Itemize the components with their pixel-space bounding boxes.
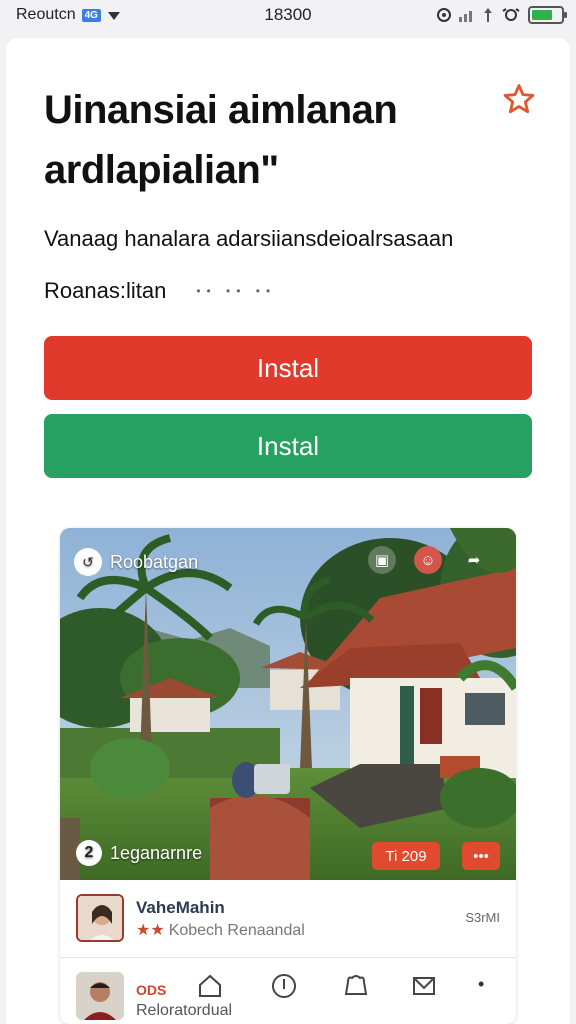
author-subtitle-text: Kobech Renaandal	[168, 922, 305, 939]
install-button-primary[interactable]: Instal	[44, 336, 532, 400]
mail-icon[interactable]	[410, 972, 438, 1000]
data-arrows-icon	[484, 8, 492, 22]
gallery-icon[interactable]: ▣	[368, 546, 396, 574]
photo-count: 2	[76, 840, 102, 866]
media-badge-more[interactable]: •••	[462, 842, 500, 870]
scene-label-text: Roobatgan	[110, 551, 199, 572]
bag-icon[interactable]	[342, 972, 370, 1000]
install-button-secondary[interactable]: Instal	[44, 414, 532, 478]
media-card[interactable]: ↺ Roobatgan ▣ ☺ ➦ 2 1eganarnre Ti 209 ••…	[60, 528, 516, 1024]
status-bar: Reoutcn 4G 18300	[0, 0, 576, 30]
location-icon	[437, 8, 451, 22]
bottom-label: Reloratordual	[136, 1002, 233, 1019]
bottom-bar: ODS Reloratordual •	[60, 958, 516, 1024]
author-subtitle-prefix: ★★	[136, 922, 165, 939]
scene-actions: ▣ ☺ ➦	[368, 546, 488, 574]
scene-label: ↺ Roobatgan	[74, 548, 198, 576]
carrier-name: Reoutcn	[16, 6, 76, 23]
photo-counter: 2 1eganarnre	[76, 840, 202, 866]
rating-label: Roanas:litan	[44, 278, 167, 303]
app-title-line2: ardlapialian"	[44, 148, 279, 192]
rating-dots: •• •• ••	[196, 284, 277, 298]
alarm-icon	[502, 8, 520, 21]
wifi-icon	[107, 12, 120, 20]
signal-icon	[459, 11, 472, 22]
battery-icon	[528, 6, 567, 24]
favorite-star-icon[interactable]	[502, 82, 536, 116]
app-title-line1: Uinansiai aimlanan	[44, 88, 398, 132]
author-row[interactable]: VaheMahin ★★ Kobech Renaandal S3rMI	[60, 880, 516, 958]
share-icon[interactable]: ➦	[460, 546, 488, 574]
bottom-tag[interactable]: ODS	[136, 982, 166, 998]
author-subtitle: ★★ Kobech Renaandal	[136, 920, 305, 940]
home-icon[interactable]	[196, 972, 224, 1000]
app-description: Vanaag hanalara adarsiiansdeioalrsasaan	[44, 226, 454, 251]
media-badge-primary[interactable]: Ti 209	[372, 842, 440, 870]
author-name[interactable]: VaheMahin	[136, 898, 225, 918]
user-avatar[interactable]	[76, 972, 124, 1020]
author-meta: S3rMI	[465, 910, 500, 925]
rating-row: Roanas:litan •• •• ••	[44, 278, 276, 304]
author-avatar[interactable]	[76, 894, 124, 942]
app-details-card: Uinansiai aimlanan ardlapialian" Vanaag …	[6, 38, 570, 1024]
photo-counter-label: 1eganarnre	[110, 842, 203, 863]
compass-icon[interactable]	[270, 972, 298, 1000]
more-button[interactable]: •	[478, 974, 484, 995]
profile-icon[interactable]: ☺	[414, 546, 442, 574]
network-badge: 4G	[81, 8, 101, 22]
village-photo[interactable]	[60, 528, 516, 880]
app-title: Uinansiai aimlanan ardlapialian"	[44, 80, 484, 200]
album-icon: ↺	[74, 548, 102, 576]
